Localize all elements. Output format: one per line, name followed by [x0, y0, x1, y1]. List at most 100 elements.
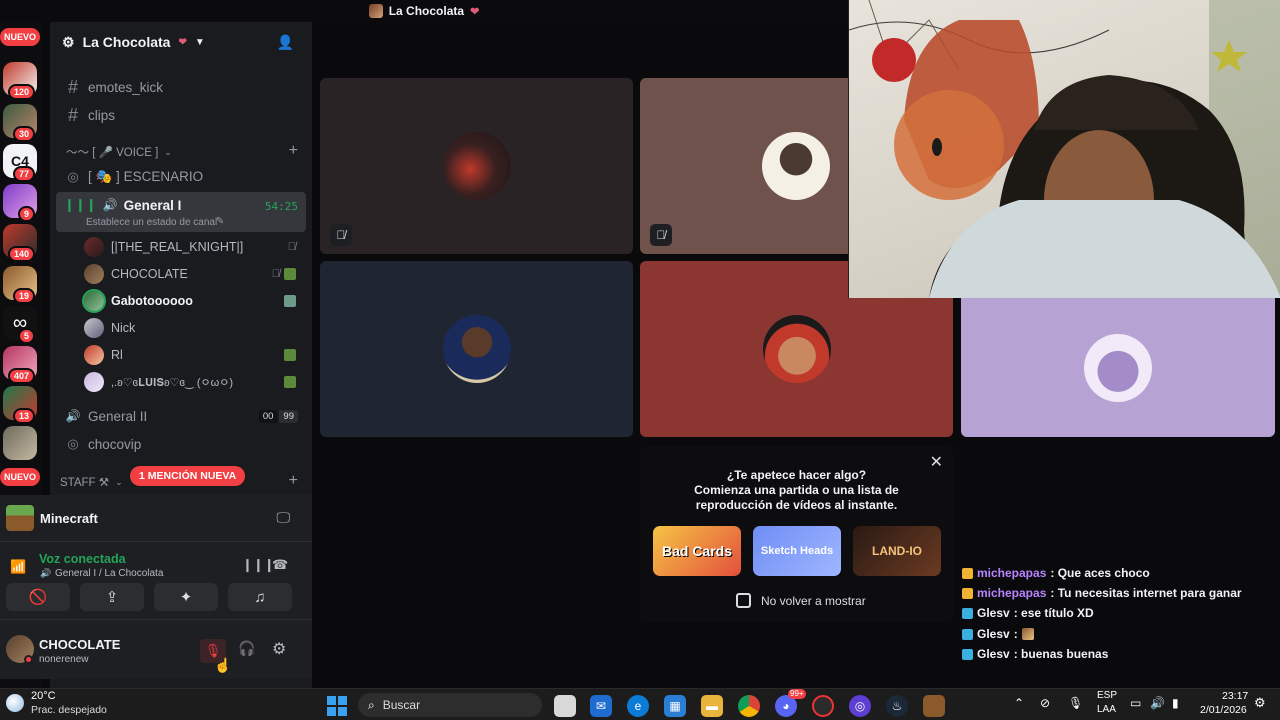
- channel-label: [ 🎭 ] ESCENARIO: [88, 169, 204, 184]
- language-bottom[interactable]: LAA: [1097, 704, 1116, 715]
- activity-suggestion-popup: ✕ ¿Te apetece hacer algo? Comienza una p…: [640, 446, 953, 622]
- store-icon[interactable]: ▦: [664, 695, 686, 717]
- headphones-icon[interactable]: 🎧: [238, 640, 255, 657]
- server-icon[interactable]: 19: [3, 266, 37, 304]
- server-icon[interactable]: 13: [3, 386, 37, 424]
- popup-heading: ¿Te apetece hacer algo?: [726, 468, 867, 482]
- voice-user[interactable]: Rl: [84, 343, 302, 367]
- clock-date[interactable]: 2/01/2026: [1200, 704, 1247, 716]
- game-land-io[interactable]: LAND-IO: [853, 526, 941, 576]
- new-badge[interactable]: NUEVO: [0, 468, 40, 486]
- channel-label: General I: [123, 197, 182, 213]
- screen-share-button[interactable]: ⇪: [80, 583, 144, 611]
- new-badge[interactable]: NUEVO: [0, 28, 40, 46]
- soundboard-button[interactable]: ♫: [228, 583, 292, 611]
- game-bad-cards[interactable]: Bad Cards: [653, 526, 741, 576]
- voice-user[interactable]: [|THE_REAL_KNIGHT|] 🎙̸: [84, 235, 302, 259]
- display-icon[interactable]: ▭: [1130, 696, 1141, 710]
- weather-desc[interactable]: Prac. despejado: [31, 704, 107, 716]
- server-header[interactable]: ⚙ La Chocolata ❤ ▼ 👤: [50, 22, 312, 62]
- disconnect-icon[interactable]: ☎: [272, 557, 288, 573]
- add-channel-icon[interactable]: +: [289, 142, 298, 160]
- call-timer: 54:25: [264, 200, 298, 213]
- activity-name: Minecraft: [40, 511, 98, 526]
- clock-time[interactable]: 23:17: [1222, 690, 1248, 702]
- channel-status[interactable]: Establece un estado de canal: [86, 217, 217, 228]
- game-sketch-heads[interactable]: Sketch Heads: [753, 526, 841, 576]
- network-icon[interactable]: ⊘: [1040, 696, 1050, 710]
- channel-general-i[interactable]: ❙❙❙ 🔊 General I Establece un estado de c…: [56, 192, 306, 232]
- channel-clips[interactable]: # clips: [56, 102, 306, 128]
- chat-user: Glesv: [977, 647, 1010, 661]
- edit-icon[interactable]: ✎: [216, 216, 224, 227]
- chevron-down-icon: ⌄: [164, 146, 172, 157]
- voice-user[interactable]: ,.ʚ♡ɞ𝐋𝐔𝐈𝐒ʚ♡ɞ‿ (ㅇωㅇ): [84, 370, 302, 394]
- muted-mic-icon: 🎙̸: [271, 268, 280, 280]
- chevron-down-icon: ▼: [194, 36, 205, 48]
- battery-icon[interactable]: ▮: [1172, 696, 1179, 710]
- chat-message: michepapas: Que aces choco: [962, 564, 1150, 582]
- heart-emoji-icon: ❤: [470, 5, 480, 18]
- file-explorer-icon[interactable]: ▬: [701, 695, 723, 717]
- settings-gear-icon[interactable]: ⚙: [272, 639, 286, 659]
- avatar: [762, 315, 831, 383]
- video-tile[interactable]: 🎙̸: [320, 78, 633, 254]
- unread-badge: 19: [12, 288, 35, 304]
- new-mention-pill[interactable]: 1 MENCIÓN NUEVA: [130, 466, 246, 486]
- outlook-icon[interactable]: ✉: [590, 695, 612, 717]
- camera-off-button[interactable]: 🚫: [6, 583, 70, 611]
- recording-app-icon[interactable]: [812, 695, 834, 717]
- category-voice[interactable]: 〜〜 [ 🎤 VOICE ] ⌄: [66, 142, 172, 162]
- muted-mic-icon: 🎙̸: [287, 241, 296, 253]
- video-tile[interactable]: [320, 261, 633, 437]
- minecraft-launcher-icon[interactable]: [923, 695, 945, 717]
- add-member-icon[interactable]: 👤: [277, 34, 294, 51]
- user-name: Rl: [111, 348, 123, 362]
- server-icon[interactable]: ∞ 5: [3, 306, 37, 344]
- status-dnd-icon: [24, 655, 33, 664]
- chevron-up-icon[interactable]: ⌃: [1014, 696, 1024, 710]
- microphone-icon[interactable]: 🎙: [1068, 696, 1083, 710]
- task-view-icon[interactable]: [554, 695, 576, 717]
- channel-chocovip[interactable]: ◎ chocovip: [56, 431, 306, 457]
- notification-icon[interactable]: ⚙: [1254, 695, 1266, 711]
- unread-badge: 9: [17, 206, 35, 222]
- app-icon[interactable]: ◎: [849, 695, 871, 717]
- weather-icon[interactable]: [6, 694, 24, 712]
- channel-escenario[interactable]: ◎ [ 🎭 ] ESCENARIO: [56, 164, 306, 190]
- noise-suppression-icon[interactable]: ❙❙❙: [242, 557, 275, 573]
- video-tile[interactable]: 🎙̸: [640, 78, 848, 254]
- activities-button[interactable]: ✦: [154, 583, 218, 611]
- screen-share-icon[interactable]: 🖵: [277, 509, 291, 526]
- chat-message: Glesv:: [962, 625, 1034, 643]
- server-icon[interactable]: 9: [3, 184, 37, 222]
- voice-status-label[interactable]: Voz conectada: [39, 552, 126, 566]
- channel-emotes-kick[interactable]: # emotes_kick: [56, 74, 306, 100]
- server-icon[interactable]: 140: [3, 224, 37, 262]
- taskbar-search[interactable]: ⌕ Buscar: [358, 693, 542, 717]
- edge-icon[interactable]: e: [627, 695, 649, 717]
- server-icon[interactable]: C4 77: [3, 144, 37, 182]
- server-icon[interactable]: [3, 426, 37, 460]
- category-staff[interactable]: STAFF ⚒ ⌄: [60, 472, 123, 492]
- voice-user[interactable]: Nick: [84, 316, 302, 340]
- search-icon: ⌕: [368, 697, 375, 712]
- speaker-icon: 🔊: [102, 198, 118, 212]
- server-icon[interactable]: 120: [3, 62, 37, 100]
- chrome-icon[interactable]: [738, 695, 760, 717]
- server-icon[interactable]: 30: [3, 104, 37, 142]
- windows-start-icon[interactable]: [326, 695, 348, 717]
- dont-show-again-checkbox[interactable]: [736, 593, 751, 608]
- add-channel-icon[interactable]: +: [289, 472, 298, 490]
- channel-general-ii[interactable]: 🔊 General II 00 99: [56, 403, 306, 429]
- voice-user[interactable]: Gabotoooooo: [84, 289, 302, 313]
- volume-icon[interactable]: 🔊: [1150, 696, 1165, 710]
- video-tile[interactable]: [961, 298, 1275, 437]
- connection-signal-icon[interactable]: 📶: [10, 559, 26, 575]
- voice-user[interactable]: CHOCOLATE 🎙̸: [84, 262, 302, 286]
- voice-channel-link[interactable]: General I / La Chocolata: [55, 568, 163, 579]
- server-icon[interactable]: 407: [3, 346, 37, 384]
- language-top[interactable]: ESP: [1097, 690, 1117, 701]
- steam-icon[interactable]: ♨: [886, 695, 908, 717]
- weather-temp[interactable]: 20°C: [31, 690, 56, 702]
